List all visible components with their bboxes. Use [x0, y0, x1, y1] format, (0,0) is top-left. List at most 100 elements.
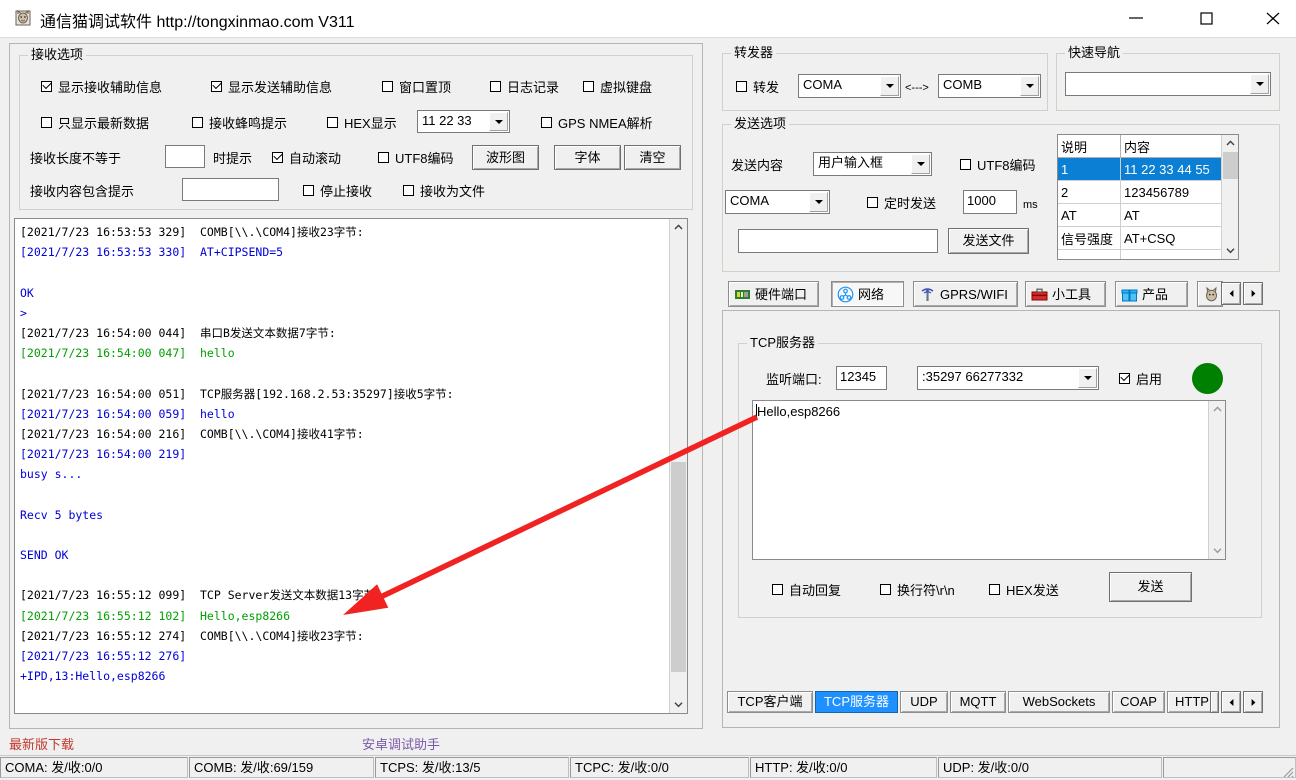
checkbox-show-send-aux[interactable]: 显示发送辅助信息: [211, 80, 332, 95]
checkbox-only-latest[interactable]: 只显示最新数据: [41, 116, 149, 131]
listen-port-input[interactable]: 12345: [836, 366, 887, 390]
log-line: +IPD,13:Hello,esp8266: [20, 669, 166, 684]
chevron-down-icon[interactable]: [1078, 368, 1097, 388]
text-caret: [756, 404, 757, 419]
preset-content-cell: 11 22 33 44 55: [1120, 157, 1235, 181]
checkbox-virtual-keyboard[interactable]: 虚拟键盘: [583, 80, 652, 95]
log-scrollbar[interactable]: [669, 219, 687, 713]
waveform-button[interactable]: 波形图: [472, 145, 539, 170]
protocol-prev-button[interactable]: [1221, 691, 1241, 713]
minimize-button[interactable]: [1113, 0, 1159, 36]
maximize-button[interactable]: [1183, 0, 1229, 36]
checkbox-label: 日志记录: [507, 80, 560, 95]
preset-scrollbar[interactable]: [1221, 135, 1238, 259]
checkbox-hex-send[interactable]: HEX发送: [989, 583, 1059, 598]
checkbox-always-on-top[interactable]: 窗口置顶: [382, 80, 451, 95]
chevron-down-icon[interactable]: [911, 154, 930, 174]
scrollbar-thumb[interactable]: [671, 462, 686, 672]
android-tool-link[interactable]: 安卓调试助手: [362, 734, 440, 753]
tab-tools[interactable]: 小工具: [1025, 281, 1106, 307]
checkbox-label: 自动回复: [789, 583, 842, 598]
send-interval-input[interactable]: 1000: [963, 190, 1017, 214]
send-button[interactable]: 发送: [1109, 572, 1192, 602]
checkbox-stop-receive[interactable]: 停止接收: [303, 184, 372, 199]
protocol-tab-label: TCP服务器: [823, 694, 889, 709]
scroll-up-icon[interactable]: [1222, 135, 1238, 152]
tab-products[interactable]: 产品: [1115, 281, 1188, 307]
download-link[interactable]: 最新版下载: [9, 734, 74, 753]
status-coma: COMA: 发/收:0/0: [0, 757, 188, 778]
status-http: HTTP: 发/收:0/0: [750, 757, 937, 778]
chevron-down-icon[interactable]: [489, 112, 508, 131]
checkbox-enable-server[interactable]: 启用: [1119, 372, 1162, 387]
preset-content-cell: 123456789: [1120, 180, 1235, 204]
preset-row[interactable]: 信号强度 AT+CSQ: [1058, 226, 1235, 250]
checkbox-receive-to-file[interactable]: 接收为文件: [403, 184, 485, 199]
protocol-tab-3[interactable]: UDP: [900, 691, 948, 713]
preset-row[interactable]: AT AT: [1058, 203, 1235, 227]
checkbox-gps-nmea[interactable]: GPS NMEA解析: [541, 116, 653, 131]
preset-row[interactable]: [1058, 249, 1235, 259]
checkbox-utf8[interactable]: UTF8编码: [378, 151, 454, 166]
protocol-tab-5[interactable]: WebSockets: [1008, 691, 1110, 713]
recv-length-input[interactable]: [165, 145, 205, 168]
protocol-tab-1[interactable]: TCP客户端: [727, 691, 813, 713]
checkbox-auto-reply[interactable]: 自动回复: [772, 583, 841, 598]
protocol-next-button[interactable]: [1243, 691, 1263, 713]
send-text-area[interactable]: Hello,esp8266: [752, 400, 1226, 560]
scroll-left-icon: [1229, 290, 1233, 297]
chevron-down-icon[interactable]: [880, 76, 899, 96]
recv-contain-label: 接收内容包含提示: [30, 184, 135, 199]
clear-button[interactable]: 清空: [624, 145, 681, 170]
checkbox-send-utf8[interactable]: UTF8编码: [960, 158, 1036, 173]
protocol-tab-4[interactable]: MQTT: [950, 691, 1006, 713]
checkbox-label: 转发: [753, 80, 780, 95]
tabs-scroll-left-button[interactable]: [1221, 282, 1241, 305]
close-button[interactable]: [1250, 0, 1296, 36]
send-file-path-input[interactable]: [738, 229, 938, 253]
preset-list[interactable]: 说明 内容 1 11 22 33 44 55 2 123456789 AT AT 信号强度 AT+…: [1057, 134, 1239, 260]
hex-format-combo[interactable]: 11 22 33: [417, 110, 510, 133]
checkbox-auto-scroll[interactable]: 自动滚动: [272, 151, 341, 166]
checkbox-newline[interactable]: 换行符\r\n: [880, 583, 955, 598]
scroll-up-icon[interactable]: [1209, 401, 1225, 418]
send-file-button[interactable]: 发送文件: [948, 228, 1029, 254]
cat-icon: [1203, 286, 1220, 303]
checkbox-log-record[interactable]: 日志记录: [490, 80, 559, 95]
client-list-combo[interactable]: :35297 66277332: [917, 366, 1099, 390]
scroll-down-icon[interactable]: [670, 696, 687, 713]
log-output[interactable]: [2021/7/23 16:53:53 329] COMB[\\.\COM4]接…: [14, 218, 688, 714]
chevron-down-icon[interactable]: [1020, 76, 1039, 96]
tab-gprs-wifi[interactable]: GPRS/WIFI: [913, 281, 1018, 307]
preset-row[interactable]: 1 11 22 33 44 55: [1058, 157, 1235, 181]
checkbox-forward[interactable]: 转发: [736, 80, 779, 95]
status-bar: COMA: 发/收:0/0 COMB: 发/收:69/159 TCPS: 发/收…: [0, 755, 1296, 780]
scroll-down-icon[interactable]: [1222, 242, 1238, 259]
checkbox-recv-beep[interactable]: 接收蜂鸣提示: [192, 116, 287, 131]
forward-to-combo[interactable]: COMB: [938, 74, 1041, 98]
recv-contain-input[interactable]: [182, 178, 279, 201]
tabs-scroll-right-button[interactable]: [1243, 282, 1263, 305]
quick-nav-combo[interactable]: [1065, 72, 1271, 96]
preset-row[interactable]: 2 123456789: [1058, 180, 1235, 204]
checkbox-label: 自动滚动: [289, 151, 342, 166]
tab-hardware-port[interactable]: 硬件端口: [728, 281, 819, 307]
font-button[interactable]: 字体: [554, 145, 621, 170]
resize-grip-icon[interactable]: [1280, 764, 1294, 778]
protocol-tab-6[interactable]: COAP: [1112, 691, 1165, 713]
forward-from-combo[interactable]: COMA: [798, 74, 901, 98]
send-content-combo[interactable]: 用户输入框: [813, 152, 932, 176]
tab-cat[interactable]: [1197, 281, 1223, 307]
checkbox-show-recv-aux[interactable]: 显示接收辅助信息: [41, 80, 162, 95]
tab-network[interactable]: 网络: [831, 281, 904, 307]
scrollbar-thumb[interactable]: [1223, 152, 1238, 179]
send-text-scrollbar[interactable]: [1208, 401, 1225, 559]
protocol-tab-2[interactable]: TCP服务器: [815, 691, 898, 713]
scroll-up-icon[interactable]: [670, 219, 687, 236]
scroll-down-icon[interactable]: [1209, 542, 1225, 559]
checkbox-timed-send[interactable]: 定时发送: [867, 196, 936, 211]
chevron-down-icon[interactable]: [1250, 74, 1269, 94]
send-port-combo[interactable]: COMA: [725, 190, 830, 214]
checkbox-hex-display[interactable]: HEX显示: [327, 116, 397, 131]
chevron-down-icon[interactable]: [809, 192, 828, 212]
